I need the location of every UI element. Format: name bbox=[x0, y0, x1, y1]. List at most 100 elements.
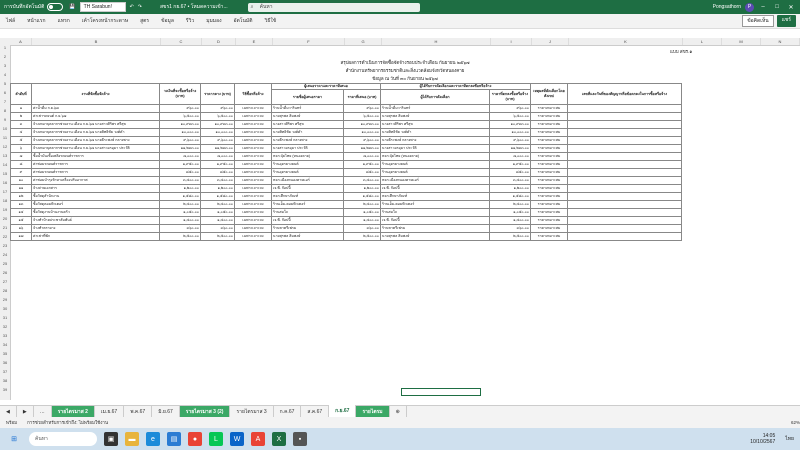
row-number[interactable]: 32 bbox=[0, 324, 10, 329]
table-cell[interactable] bbox=[567, 176, 682, 185]
table-cell[interactable]: ๑,๕๘๐.๐๐ bbox=[343, 192, 381, 201]
table-cell[interactable]: เฉพาะเจาะจง bbox=[234, 152, 272, 161]
table-cell[interactable]: ๑๗ bbox=[10, 232, 32, 241]
col-g[interactable]: G bbox=[345, 38, 382, 45]
table-cell[interactable]: ๑,๕๘๐.๐๐ bbox=[159, 192, 201, 201]
table-cell[interactable]: ๑๑ bbox=[10, 184, 32, 193]
table-cell[interactable]: ๖,๕๐๐.๐๐ bbox=[159, 112, 201, 121]
table-cell[interactable]: เจ.พี. ก๊อปปี้ bbox=[271, 184, 344, 193]
table-cell[interactable]: ๖,๕๐๐.๐๐ bbox=[343, 112, 381, 121]
table-cell[interactable] bbox=[567, 208, 682, 217]
table-cell[interactable]: เฉพาะเจาะจง bbox=[234, 112, 272, 121]
row-number[interactable]: 2 bbox=[0, 54, 10, 59]
table-cell[interactable]: จ้างทำป้ายประชาสัมพันธ์ bbox=[31, 216, 160, 225]
table-cell[interactable]: ร้านเอ็ม-คอมพิวเตอร์ bbox=[380, 200, 490, 209]
table-cell[interactable]: ค่าน้ำดื่ม ก.ย.๖๗ bbox=[31, 104, 160, 113]
table-cell[interactable]: หจก.เมืองหนองคายแอร์ bbox=[271, 176, 344, 185]
worksheet[interactable]: แบบ สขร.๑ สรุปผลการดำเนินการจัดซื้อจัดจ้… bbox=[10, 45, 800, 400]
table-cell[interactable]: ราคาเหมาะสม bbox=[530, 112, 568, 121]
table-cell[interactable]: เฉพาะเจาะจง bbox=[234, 168, 272, 177]
table-cell[interactable]: ๑๕ bbox=[10, 216, 32, 225]
comments-button[interactable]: ข้อคิดเห็น bbox=[742, 15, 774, 27]
table-cell[interactable]: ๑,๔๐๐.๐๐ bbox=[343, 216, 381, 225]
table-cell[interactable]: เฉพาะเจาะจง bbox=[234, 176, 272, 185]
table-cell[interactable]: ๑,๒๐๐.๐๐ bbox=[159, 184, 201, 193]
table-cell[interactable]: ราคาเหมาะสม bbox=[530, 200, 568, 209]
table-cell[interactable]: ๙๖๐.๐๐ bbox=[159, 104, 201, 113]
row-number[interactable]: 12 bbox=[0, 144, 10, 149]
table-cell[interactable]: เฉพาะเจาะจง bbox=[234, 160, 272, 169]
table-cell[interactable]: ๑๓ bbox=[10, 200, 32, 209]
table-cell[interactable] bbox=[567, 192, 682, 201]
table-cell[interactable]: ๒,๕๐๐.๐๐ bbox=[200, 232, 235, 241]
table-cell[interactable]: ๓ bbox=[10, 120, 32, 129]
table-cell[interactable]: ราคาเหมาะสม bbox=[530, 224, 568, 233]
table-cell[interactable]: ๙,๖๐๐.๐๐ bbox=[159, 136, 201, 145]
table-cell[interactable] bbox=[567, 200, 682, 209]
table-cell[interactable]: ๑,๙๕๐.๐๐ bbox=[200, 160, 235, 169]
row-number[interactable]: 36 bbox=[0, 360, 10, 365]
table-cell[interactable]: ค่าซ่อมรถยนต์ราชการ bbox=[31, 168, 160, 177]
row-number[interactable]: 10 bbox=[0, 126, 10, 131]
table-cell[interactable]: ๒ bbox=[10, 112, 32, 121]
table-cell[interactable]: ๓๖๐.๐๐ bbox=[343, 224, 381, 233]
row-number[interactable]: 22 bbox=[0, 234, 10, 239]
row-number[interactable]: 19 bbox=[0, 207, 10, 212]
row-number[interactable]: 21 bbox=[0, 225, 10, 230]
menu-help[interactable]: วิธีใช้ bbox=[258, 17, 282, 25]
table-cell[interactable]: ๑,๕๘๐.๐๐ bbox=[489, 192, 531, 201]
table-cell[interactable] bbox=[567, 224, 682, 233]
table-cell[interactable]: ร้านอุดรยางยนต์ bbox=[380, 168, 490, 177]
table-cell[interactable]: ร้านเอ็ม-คอมพิวเตอร์ bbox=[271, 200, 344, 209]
search-input[interactable]: ⌕ ค้นหา bbox=[247, 2, 420, 12]
table-cell[interactable]: ราคาเหมาะสม bbox=[530, 208, 568, 217]
table-cell[interactable]: ๑๖ bbox=[10, 224, 32, 233]
table-cell[interactable]: หจก.ศึกษาภัณฑ์ bbox=[271, 192, 344, 201]
table-cell[interactable]: ซื้อวัสดุงานบ้านงานครัว bbox=[31, 208, 160, 217]
maximize-icon[interactable]: □ bbox=[772, 4, 782, 10]
table-cell[interactable]: ค่าเช่ารถยนต์ ก.ย.๖๗ bbox=[31, 112, 160, 121]
row-number[interactable]: 7 bbox=[0, 99, 10, 104]
table-cell[interactable]: นายธีระพงษ์ กลางพาง bbox=[271, 136, 344, 145]
table-cell[interactable]: นางสาวอรอุมา ประวัติ bbox=[380, 144, 490, 153]
table-cell[interactable]: ๗,๐๐๐.๐๐ bbox=[159, 152, 201, 161]
table-cell[interactable]: ๒,๔๐๐.๐๐ bbox=[343, 200, 381, 209]
chrome-icon[interactable]: ● bbox=[188, 432, 202, 446]
row-number[interactable]: 33 bbox=[0, 333, 10, 338]
table-cell[interactable]: ราคาเหมาะสม bbox=[530, 216, 568, 225]
table-cell[interactable]: ราคาเหมาะสม bbox=[530, 104, 568, 113]
table-cell[interactable]: ๒,๔๐๐.๐๐ bbox=[489, 200, 531, 209]
table-cell[interactable]: ๖ bbox=[10, 144, 32, 153]
table-cell[interactable]: ซื้อน้ำมันเชื้อเพลิงรถยนต์ราชการ bbox=[31, 152, 160, 161]
col-i[interactable]: I bbox=[491, 38, 532, 45]
menu-formulas[interactable]: สูตร bbox=[134, 17, 155, 25]
col-f[interactable]: F bbox=[273, 38, 345, 45]
row-number[interactable]: 1 bbox=[0, 45, 10, 50]
table-cell[interactable]: ราคาเหมาะสม bbox=[530, 128, 568, 137]
row-number[interactable]: 38 bbox=[0, 378, 10, 383]
table-cell[interactable] bbox=[567, 184, 682, 193]
table-cell[interactable]: ๑๐,๐๐๐.๐๐ bbox=[489, 128, 531, 137]
col-a[interactable]: A bbox=[10, 38, 32, 45]
table-cell[interactable]: เฉพาะเจาะจง bbox=[234, 200, 272, 209]
app-icon[interactable]: ▪ bbox=[293, 432, 307, 446]
table-cell[interactable]: นายธีระพงษ์ กลางพาง bbox=[380, 136, 490, 145]
table-cell[interactable]: หจก.ปุ๋ยไทย (หนองคาย) bbox=[380, 152, 490, 161]
table-cell[interactable]: เฉพาะเจาะจง bbox=[234, 224, 272, 233]
table-cell[interactable]: ร้านน้ำดื่มวารินทร์ bbox=[271, 104, 344, 113]
table-cell[interactable]: ๑๔ bbox=[10, 208, 32, 217]
table-cell[interactable]: ๖,๕๐๐.๐๐ bbox=[489, 112, 531, 121]
table-cell[interactable]: ๑๐,๙๓๓.๐๐ bbox=[200, 120, 235, 129]
table-cell[interactable]: ๑,๙๕๐.๐๐ bbox=[343, 160, 381, 169]
row-number[interactable]: 20 bbox=[0, 216, 10, 221]
table-cell[interactable] bbox=[567, 136, 682, 145]
row-number[interactable]: 8 bbox=[0, 108, 10, 113]
table-cell[interactable]: ๑,๕๘๐.๐๐ bbox=[200, 192, 235, 201]
table-cell[interactable]: ราคาเหมาะสม bbox=[530, 152, 568, 161]
table-cell[interactable]: ซื้อวัสดุสำนักงาน bbox=[31, 192, 160, 201]
table-cell[interactable]: ๑,๐๕๐.๐๐ bbox=[159, 208, 201, 217]
col-d[interactable]: D bbox=[202, 38, 236, 45]
table-cell[interactable]: ๓,๔๐๐.๐๐ bbox=[343, 176, 381, 185]
table-cell[interactable]: ร้านอุดรยางยนต์ bbox=[380, 160, 490, 169]
table-cell[interactable]: นางสาวศิริพร ศรีสุข bbox=[271, 120, 344, 129]
